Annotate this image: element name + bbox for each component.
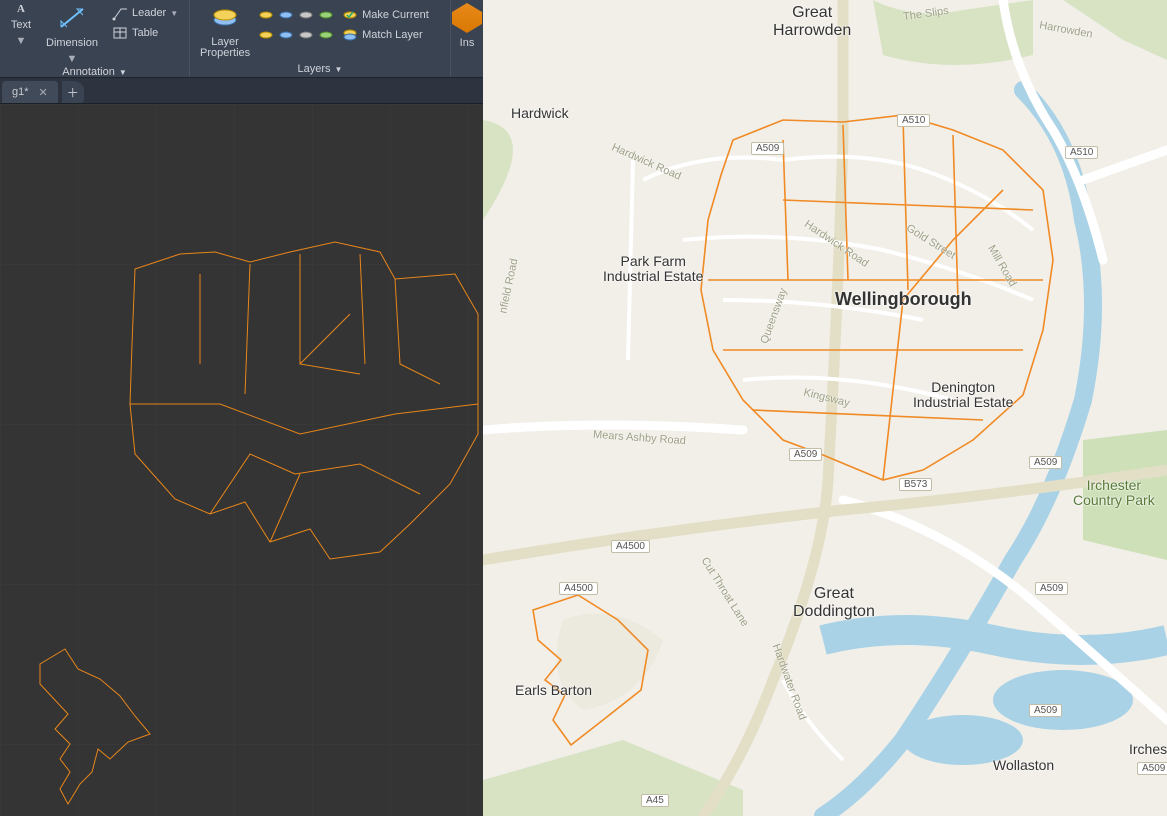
leader-label: Leader [132,7,166,19]
layer-tool-icon[interactable] [258,27,274,43]
layer-tool-icon[interactable] [318,7,334,23]
road-shield: A509 [1035,582,1068,595]
text-button[interactable]: A Text ▼ [6,2,36,66]
road-shield: A509 [751,142,784,155]
match-layer-button[interactable]: Match Layer [338,26,427,44]
leader-button[interactable]: Leader ▼ [108,4,182,22]
place-label: Wollaston [993,758,1054,773]
road-shield: B573 [899,478,932,491]
map-pane[interactable]: GreatHarrowden Hardwick Park FarmIndustr… [483,0,1167,816]
road-label: Gold Street [904,222,958,262]
place-label: DeningtonIndustrial Estate [913,380,1013,411]
new-tab-button[interactable]: ＋ [62,81,84,103]
layer-tool-icon[interactable] [278,7,294,23]
chevron-down-icon: ▼ [67,53,78,65]
road-label: Hardwick Road [802,218,871,270]
make-current-icon [342,7,358,23]
leader-icon [112,5,128,21]
layer-properties-button[interactable]: LayerProperties [196,2,254,60]
chevron-down-icon: ▼ [170,9,178,18]
layer-tool-icon[interactable] [278,27,294,43]
place-label: Hardwick [511,106,569,121]
layers-panel-title[interactable]: Layers▼ [298,63,343,77]
make-current-label: Make Current [362,9,429,21]
road-shield: A510 [897,114,930,127]
insert-panel-partial: Ins [451,0,483,77]
close-icon[interactable]: ✕ [39,86,48,99]
place-label: Park FarmIndustrial Estate [603,254,703,285]
table-icon [112,25,128,41]
road-shield: A509 [1137,762,1167,775]
layer-tool-icon[interactable] [258,7,274,23]
match-layer-label: Match Layer [362,29,423,41]
document-tabs: g1* ✕ ＋ [0,78,483,104]
road-label: Cut Throat Lane [699,555,751,629]
road-shield: A45 [641,794,669,807]
text-label: Text [11,19,31,31]
road-label: Harrowden [1038,19,1093,40]
road-label: Hardwick Road [610,141,683,182]
annotation-panel-title[interactable]: Annotation▼ [62,66,127,80]
layer-properties-icon [210,3,240,33]
road-label: nfield Road [497,258,520,315]
cad-pane: A Text ▼ Dimension ▼ [0,0,483,816]
document-tab-label: g1* [12,86,29,98]
place-label: GreatDoddington [793,585,875,620]
drawing-secondary-boundary [10,624,210,816]
road-label: Hardwater Road [770,642,809,721]
place-label: Irches [1129,742,1167,757]
insert-label: Ins [460,37,475,49]
road-shield: A510 [1065,146,1098,159]
dimension-button[interactable]: Dimension ▼ [42,2,102,66]
road-label: The Slips [902,5,949,23]
layer-tool-icon[interactable] [298,27,314,43]
road-shield: A509 [789,448,822,461]
block-icon [452,3,482,33]
match-layer-icon [342,27,358,43]
plus-icon: ＋ [67,84,79,101]
text-icon: A [17,3,25,15]
ribbon: A Text ▼ Dimension ▼ [0,0,483,78]
place-label: GreatHarrowden [773,4,851,39]
road-label: Queensway [758,287,789,346]
make-current-button[interactable]: Make Current [338,6,433,24]
chevron-down-icon: ▼ [16,35,27,47]
cad-viewport[interactable] [0,104,483,816]
place-label: IrchesterCountry Park [1073,478,1155,509]
table-button[interactable]: Table [108,24,162,42]
dimension-icon [57,3,87,33]
annotation-panel: A Text ▼ Dimension ▼ [0,0,190,77]
chevron-down-icon: ▼ [115,68,127,77]
road-label: Mill Road [985,243,1018,289]
place-label: Earls Barton [515,683,592,698]
road-shield: A509 [1029,704,1062,717]
road-label: Mears Ashby Road [593,429,687,447]
table-label: Table [132,27,158,39]
document-tab[interactable]: g1* ✕ [2,81,58,103]
layers-panel: LayerProperties Make Current [190,0,451,77]
dimension-label: Dimension [46,37,98,49]
road-shield: A4500 [611,540,650,553]
layer-tool-icon[interactable] [318,27,334,43]
chevron-down-icon: ▼ [331,65,343,74]
place-label: Wellingborough [835,290,972,310]
layer-properties-label: LayerProperties [200,37,250,59]
map-labels: GreatHarrowden Hardwick Park FarmIndustr… [483,0,1167,816]
insert-button[interactable]: Ins [451,2,483,50]
road-shield: A509 [1029,456,1062,469]
road-label: Kingsway [802,386,851,409]
layer-tool-icon[interactable] [298,7,314,23]
road-shield: A4500 [559,582,598,595]
